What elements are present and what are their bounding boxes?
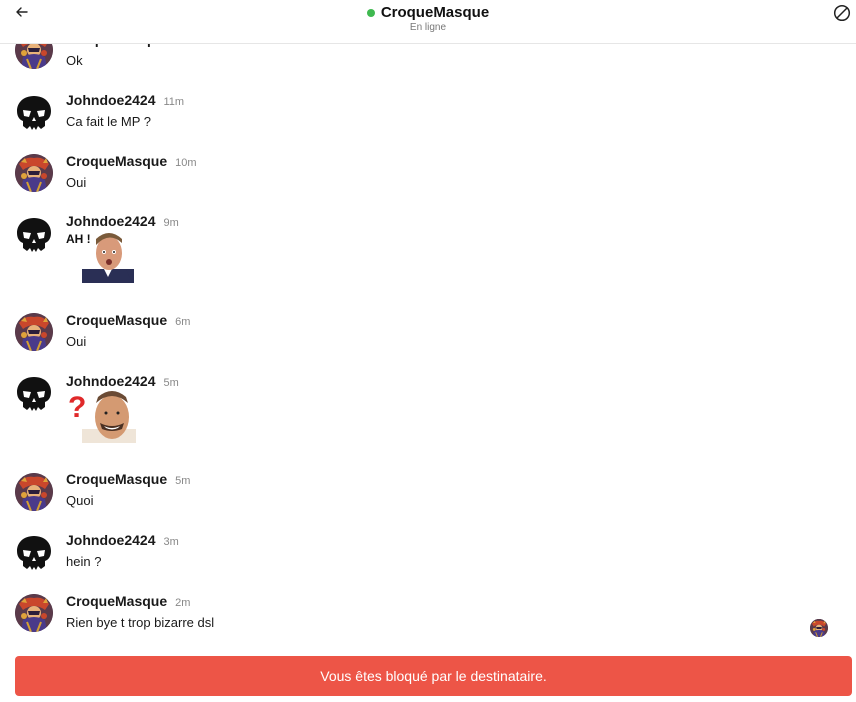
message-item: CroqueMasque 6m Oui — [0, 312, 856, 372]
chat-header: CroqueMasque En ligne — [0, 0, 856, 44]
message-timestamp: 9m — [163, 217, 179, 229]
block-user-button[interactable] — [832, 3, 852, 23]
message-list[interactable]: CroqueMasque Ok Johndoe2424 11m Ca fait le … — [0, 0, 856, 645]
conversation-title: CroqueMasque — [380, 4, 490, 21]
block-icon — [833, 4, 851, 22]
message-text: Ok — [66, 53, 83, 68]
message-timestamp: 10m — [175, 157, 197, 169]
message-author[interactable]: CroqueMasque — [66, 471, 167, 487]
svg-text:?: ? — [68, 391, 86, 424]
message-text: Rien bye t trop bizarre dsl — [66, 615, 215, 630]
online-status-text: En ligne — [409, 22, 447, 33]
message-author[interactable]: CroqueMasque — [66, 153, 167, 169]
conversation-title-block: CroqueMasque En ligne — [0, 4, 856, 33]
message-text: Quoi — [66, 493, 94, 508]
message-header: Johndoe2424 11m — [66, 92, 184, 108]
message-header: Johndoe2424 5m — [66, 373, 179, 389]
message-timestamp: 6m — [175, 316, 191, 328]
user-avatar-croquemasque[interactable] — [15, 313, 53, 351]
user-avatar-skull[interactable] — [15, 94, 53, 132]
message-text: Oui — [66, 334, 87, 349]
message-item: CroqueMasque 2m Rien bye t trop bizarre ds… — [0, 593, 856, 645]
message-timestamp: 5m — [163, 377, 179, 389]
user-avatar-croquemasque[interactable] — [15, 473, 53, 511]
message-item: Johndoe2424 9m AH ! — [0, 213, 856, 283]
message-item: CroqueMasque 5m Quoi — [0, 471, 856, 531]
user-avatar-skull[interactable] — [15, 375, 53, 413]
message-sticker[interactable]: AH ! — [66, 229, 136, 283]
message-sticker[interactable]: ? — [66, 389, 136, 443]
message-text: Oui — [66, 175, 87, 190]
message-header: Johndoe2424 9m — [66, 213, 179, 229]
message-timestamp: 2m — [175, 597, 191, 609]
message-item: CroqueMasque 10m Oui — [0, 153, 856, 213]
message-timestamp: 3m — [163, 536, 179, 548]
message-header: CroqueMasque 10m — [66, 153, 197, 169]
message-author[interactable]: Johndoe2424 — [66, 92, 155, 108]
message-header: Johndoe2424 3m — [66, 532, 179, 548]
user-avatar-croquemasque[interactable] — [15, 154, 53, 192]
message-text: hein ? — [66, 554, 102, 569]
message-author[interactable]: CroqueMasque — [66, 593, 167, 609]
online-status-dot — [366, 8, 375, 17]
message-author[interactable]: CroqueMasque — [66, 312, 167, 328]
message-header: CroqueMasque 5m — [66, 471, 190, 487]
message-text: Ca fait le MP ? — [66, 114, 152, 129]
read-receipt-avatar — [810, 619, 828, 637]
user-avatar-skull[interactable] — [15, 216, 53, 254]
message-author[interactable]: Johndoe2424 — [66, 532, 155, 548]
message-item: Johndoe2424 11m Ca fait le MP ? — [0, 92, 856, 152]
blocked-message: Vous êtes bloqué par le destinataire. — [320, 668, 547, 684]
message-timestamp: 5m — [175, 475, 191, 487]
message-author[interactable]: Johndoe2424 — [66, 373, 155, 389]
message-item: Johndoe2424 5m ? — [0, 373, 856, 443]
message-author[interactable]: Johndoe2424 — [66, 213, 155, 229]
svg-text:AH !: AH ! — [66, 232, 91, 246]
message-header: CroqueMasque 6m — [66, 312, 190, 328]
message-header: CroqueMasque 2m — [66, 593, 190, 609]
message-timestamp: 11m — [163, 96, 185, 108]
user-avatar-croquemasque[interactable] — [15, 594, 53, 632]
message-item: Johndoe2424 3m hein ? — [0, 532, 856, 592]
blocked-banner: Vous êtes bloqué par le destinataire. — [15, 656, 852, 696]
user-avatar-skull[interactable] — [15, 534, 53, 572]
